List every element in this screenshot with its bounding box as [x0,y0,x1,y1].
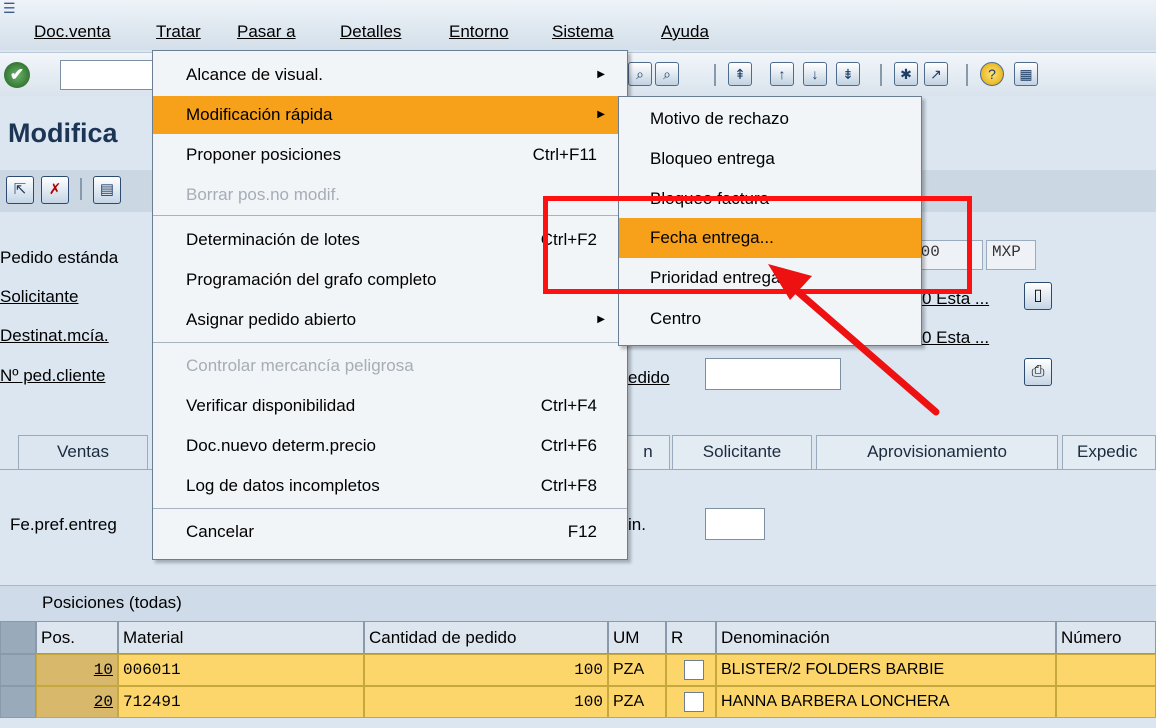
table-cell-number[interactable] [1056,654,1156,686]
table-cell-quantity[interactable]: 100 [364,654,608,686]
order-type-label: Pedido estánda [0,248,119,267]
column-header-number[interactable]: Número [1056,621,1156,654]
tab-ventas[interactable]: Ventas [18,435,148,469]
table-cell-material[interactable]: 006011 [118,654,364,686]
submenu-item-motivo-rechazo[interactable]: Motivo de rechazo [619,99,921,139]
ship-to-address[interactable]: 0 Esta ... [922,328,989,348]
header-icon[interactable]: ⇱ [6,176,34,204]
menu-entorno[interactable]: Entorno [449,22,509,42]
find-next-icon[interactable]: ⌕ [655,62,679,86]
find-icon[interactable]: ⌕ [628,62,652,86]
tab-aprovisionamiento[interactable]: Aprovisionamiento [816,435,1058,469]
chevron-right-icon: ▶ [597,69,605,80]
menu-item-controlar-mercancia: Controlar mercancía peligrosa [186,356,414,375]
menu-item-alcance[interactable]: Alcance de visual. ▶ [153,56,627,94]
menu-item-log-datos[interactable]: Log de datos incompletos Ctrl+F8 [153,467,627,505]
tab-partial[interactable]: n [626,435,670,469]
next-page-icon[interactable]: ↓ [803,62,827,86]
system-menu-icon[interactable]: ☰ [3,1,17,15]
column-header-r[interactable]: R [666,621,716,654]
tab-expedicion[interactable]: Expedic [1062,435,1156,469]
menu-item-proponer-posiciones[interactable]: Proponer posiciones Ctrl+F11 [153,136,627,174]
column-header-um[interactable]: UM [608,621,666,654]
delete-icon[interactable]: ✗ [41,176,69,204]
reject-checkbox[interactable] [684,692,704,712]
menu-separator [153,342,627,343]
customize-layout-icon[interactable]: ▦ [1014,62,1038,86]
po-date-field[interactable] [705,358,841,390]
column-header-description[interactable]: Denominación [716,621,1056,654]
menu-pasar-a[interactable]: Pasar a [237,22,296,42]
toolbar-separator [966,64,968,86]
menu-detalles[interactable]: Detalles [340,22,401,42]
customer-po-label[interactable]: Nº ped.cliente [0,366,105,386]
po-date-label[interactable]: edido [628,368,670,388]
enter-check-icon[interactable]: ✔ [4,62,30,88]
annotation-highlight-box [543,196,972,294]
submenu-item-centro[interactable]: Centro [619,299,921,339]
menu-item-verificar-disponibilidad[interactable]: Verificar disponibilidad Ctrl+F4 [153,387,627,425]
toolbar-separator [880,64,882,86]
toolbar-separator [80,178,82,200]
chevron-right-icon: ▶ [597,314,605,325]
menu-doc-venta[interactable]: Doc.venta [34,22,111,42]
table-cell-material[interactable]: 712491 [118,686,364,718]
display-details-icon[interactable]: ⎙ [1024,358,1052,386]
select-all-header[interactable] [0,621,36,654]
row-selector[interactable] [0,686,36,718]
menu-item-asignar-pedido[interactable]: Asignar pedido abierto ▶ [153,301,627,339]
page-title: Modifica [8,118,118,148]
shortcut-icon[interactable]: ↗ [924,62,948,86]
menu-sistema[interactable]: Sistema [552,22,613,42]
command-field[interactable] [60,60,160,90]
table-cell-um[interactable]: PZA [608,654,666,686]
column-header-quantity[interactable]: Cantidad de pedido [364,621,608,654]
menu-item-modificacion-rapida[interactable]: Modificación rápida ▶ [153,96,627,134]
plant-field[interactable] [705,508,765,540]
last-page-icon[interactable]: ⇟ [836,62,860,86]
table-cell-pos[interactable]: 20 [36,686,118,718]
tab-solicitante[interactable]: Solicitante [672,435,812,469]
submenu-item-bloqueo-entrega[interactable]: Bloqueo entrega [619,139,921,179]
menu-item-doc-nuevo-precio[interactable]: Doc.nuevo determ.precio Ctrl+F6 [153,427,627,465]
items-title: Posiciones (todas) [42,593,182,612]
menu-item-cancelar[interactable]: Cancelar F12 [153,513,627,551]
first-page-icon[interactable]: ⇞ [728,62,752,86]
help-icon[interactable]: ? [980,62,1004,86]
column-header-pos[interactable]: Pos. [36,621,118,654]
chevron-right-icon: ▶ [597,109,605,120]
menu-tratar[interactable]: Tratar [156,22,201,42]
toolbar-separator [714,64,716,86]
tratar-dropdown-menu: Alcance de visual. ▶ Modificación rápida ▶… [152,50,628,560]
table-cell-um[interactable]: PZA [608,686,666,718]
table-cell-description[interactable]: BLISTER/2 FOLDERS BARBIE [716,654,1056,686]
menu-ayuda[interactable]: Ayuda [661,22,709,42]
menu-separator [153,508,627,509]
currency-field: MXP [986,240,1036,270]
previous-page-icon[interactable]: ↑ [770,62,794,86]
table-cell-pos[interactable]: 10 [36,654,118,686]
display-document-icon[interactable]: ▤ [93,176,121,204]
reject-checkbox[interactable] [684,660,704,680]
sold-to-label[interactable]: Solicitante [0,287,78,307]
table-cell-quantity[interactable]: 100 [364,686,608,718]
row-selector[interactable] [0,654,36,686]
column-header-material[interactable]: Material [118,621,364,654]
create-session-icon[interactable]: ✱ [894,62,918,86]
create-document-icon[interactable]: ▯ [1024,282,1052,310]
requested-delivery-label: Fe.pref.entreg [10,515,117,534]
table-cell-description[interactable]: HANNA BARBERA LONCHERA [716,686,1056,718]
table-cell-number[interactable] [1056,686,1156,718]
plant-label-fragment: in. [628,515,646,534]
ship-to-label[interactable]: Destinat.mcía. [0,326,109,346]
